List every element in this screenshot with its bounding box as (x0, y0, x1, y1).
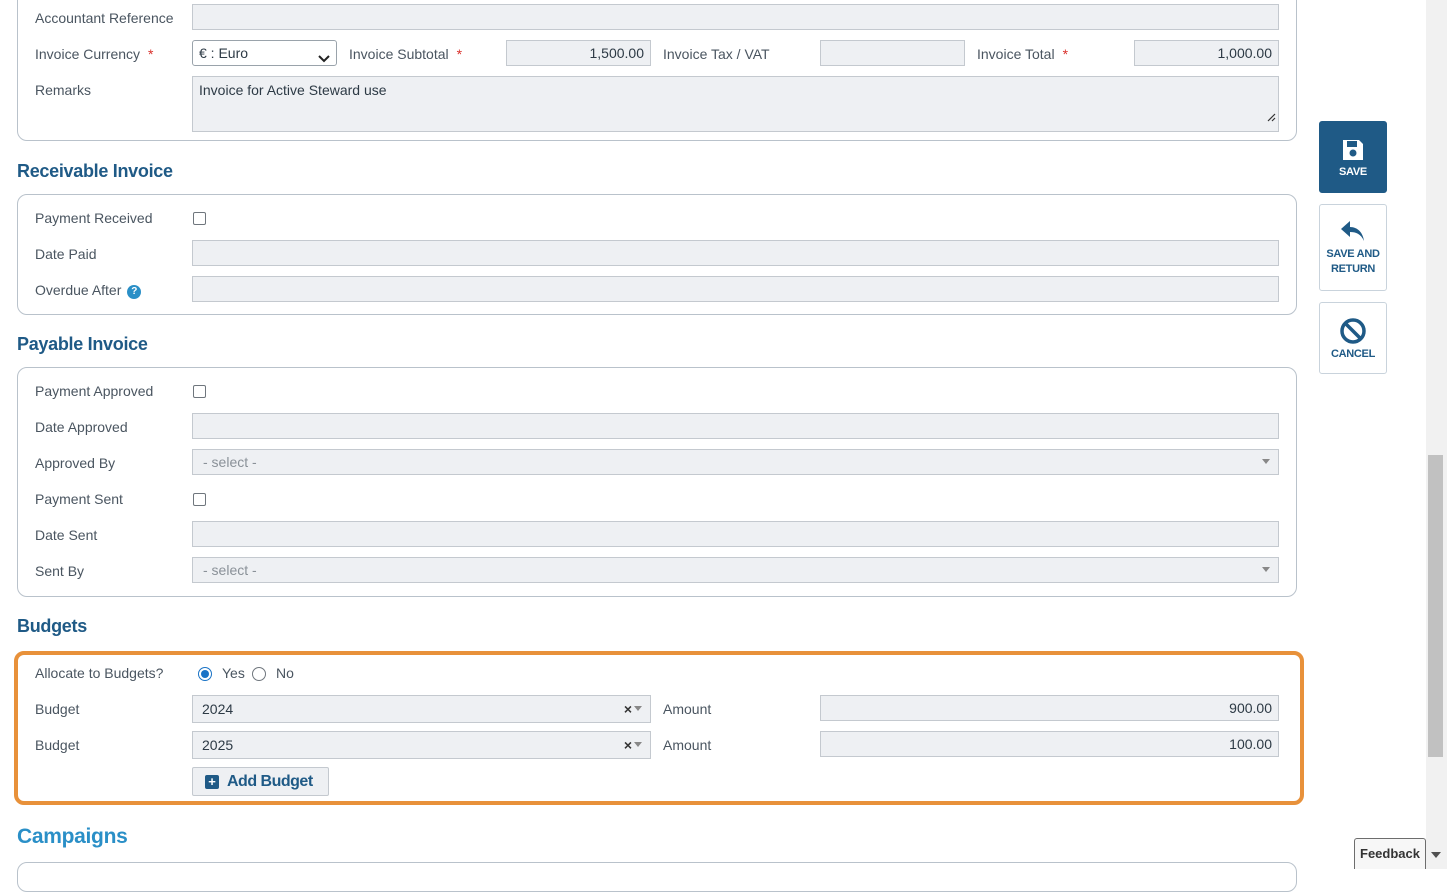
date-paid-label: Date Paid (35, 246, 97, 262)
cancel-label: CANCEL (1330, 348, 1376, 360)
payment-received-checkbox[interactable] (193, 212, 206, 225)
receivable-invoice-title: Receivable Invoice (17, 161, 173, 181)
budget-select-value: 2024 (202, 701, 234, 717)
allocate-yes-radio[interactable] (198, 667, 212, 681)
payment-approved-checkbox[interactable] (193, 385, 206, 398)
resize-handle-icon[interactable] (1266, 104, 1276, 130)
invoice-total-label: Invoice Total * (977, 45, 1068, 63)
sent-by-select[interactable]: - select - (192, 557, 1279, 583)
budgets-title: Budgets (17, 616, 87, 636)
amount-input[interactable]: 100.00 (820, 731, 1279, 757)
allocate-to-budgets-label: Allocate to Budgets? (35, 665, 164, 681)
invoice-total-label-text: Invoice Total (977, 46, 1055, 62)
budget-select[interactable]: 2024 × (192, 695, 651, 723)
payment-sent-checkbox[interactable] (193, 493, 206, 506)
sent-by-placeholder: - select - (203, 562, 257, 578)
date-sent-label: Date Sent (35, 527, 98, 543)
payment-sent-label: Payment Sent (35, 491, 123, 507)
save-label: SAVE (1339, 166, 1367, 178)
approved-by-label: Approved By (35, 455, 116, 471)
date-paid-input[interactable] (192, 240, 1279, 266)
save-button[interactable]: SAVE (1319, 121, 1387, 193)
budget-label: Budget (35, 701, 80, 717)
feedback-button[interactable]: Feedback (1354, 838, 1426, 869)
campaigns-panel (17, 862, 1297, 892)
overdue-after-label: Overdue After ? (35, 281, 142, 299)
caret-down-icon (1262, 459, 1270, 464)
caret-down-icon (634, 706, 642, 711)
invoice-currency-select[interactable]: € : Euro (192, 40, 337, 66)
allocate-yes-label[interactable]: Yes (222, 664, 245, 682)
invoice-currency-label: Invoice Currency * (35, 45, 154, 63)
approved-by-select[interactable]: - select - (192, 449, 1279, 475)
sent-by-label: Sent By (35, 563, 85, 579)
scrollbar-track[interactable] (1426, 0, 1447, 869)
caret-down-icon (634, 742, 642, 747)
remarks-textarea[interactable]: Invoice for Active Steward use (192, 76, 1279, 132)
invoice-tax-input[interactable] (820, 40, 965, 66)
required-marker: * (148, 46, 154, 62)
campaigns-title: Campaigns (17, 825, 128, 848)
help-icon[interactable]: ? (127, 285, 142, 299)
payment-approved-label: Payment Approved (35, 383, 154, 399)
required-marker: * (456, 46, 463, 62)
cancel-button[interactable]: CANCEL (1319, 302, 1387, 374)
invoice-currency-label-text: Invoice Currency (35, 46, 141, 62)
budget-select-value: 2025 (202, 737, 234, 753)
caret-down-icon (1262, 567, 1270, 572)
chevron-down-icon (318, 47, 330, 71)
scrollbar-thumb[interactable] (1428, 455, 1443, 757)
approved-by-placeholder: - select - (203, 454, 257, 470)
date-approved-label: Date Approved (35, 419, 128, 435)
overdue-after-input[interactable] (192, 276, 1279, 302)
allocate-no-label[interactable]: No (276, 664, 294, 682)
add-budget-button[interactable]: + Add Budget (192, 767, 329, 796)
budget-select[interactable]: 2025 × (192, 731, 651, 759)
payment-received-label: Payment Received (35, 210, 153, 226)
overdue-after-label-text: Overdue After (35, 282, 122, 298)
payable-invoice-title: Payable Invoice (17, 334, 148, 354)
plus-square-icon: + (205, 775, 219, 789)
ban-icon (1339, 317, 1367, 345)
add-budget-label: Add Budget (227, 773, 313, 790)
invoice-subtotal-input[interactable]: 1,500.00 (506, 40, 651, 66)
amount-label: Amount (663, 701, 712, 717)
invoice-currency-value: € : Euro (199, 45, 249, 61)
save-and-return-button[interactable]: SAVE AND RETURN (1319, 204, 1387, 291)
scroll-down-arrow-icon[interactable] (1431, 852, 1441, 858)
budget-label: Budget (35, 737, 80, 753)
remarks-value: Invoice for Active Steward use (199, 82, 387, 98)
date-approved-input[interactable] (192, 413, 1279, 439)
save-and-return-label-1: SAVE AND (1326, 248, 1380, 260)
invoice-subtotal-label: Invoice Subtotal * (349, 45, 462, 63)
amount-input[interactable]: 900.00 (820, 695, 1279, 721)
save-and-return-label-2: RETURN (1330, 263, 1376, 275)
accountant-reference-input[interactable] (192, 4, 1279, 30)
amount-label: Amount (663, 737, 712, 753)
date-sent-input[interactable] (192, 521, 1279, 547)
accountant-reference-label: Accountant Reference (35, 10, 174, 26)
reply-arrow-icon (1339, 219, 1367, 245)
invoice-tax-label: Invoice Tax / VAT (663, 46, 770, 62)
clear-icon[interactable]: × (624, 732, 632, 758)
invoice-subtotal-label-text: Invoice Subtotal (349, 46, 449, 62)
required-marker: * (1062, 46, 1069, 62)
remarks-label: Remarks (35, 82, 92, 98)
invoice-total-input[interactable]: 1,000.00 (1134, 40, 1279, 66)
allocate-no-radio[interactable] (252, 667, 266, 681)
floppy-disk-icon (1340, 137, 1366, 163)
clear-icon[interactable]: × (624, 696, 632, 722)
